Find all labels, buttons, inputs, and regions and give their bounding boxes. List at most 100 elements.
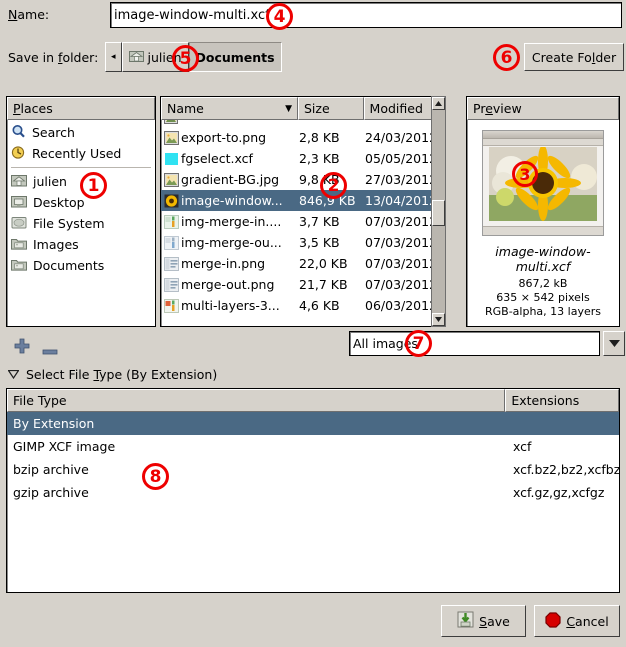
search-icon — [11, 124, 26, 142]
stop-icon — [545, 611, 561, 631]
column-header-extensions[interactable]: Extensions — [505, 389, 619, 412]
preview-thumbnail: 3 — [482, 130, 604, 236]
home-folder-icon — [11, 173, 27, 190]
save-button[interactable]: Save — [441, 605, 526, 637]
layers-icon — [161, 298, 181, 313]
table-row[interactable]: export-to.png 2,8 KB 24/03/2012 — [161, 127, 443, 148]
select-file-type-expander[interactable]: Select File Type (By Extension) — [8, 367, 217, 382]
sidebar-item-label: Desktop — [33, 195, 85, 210]
file-name: merge-in.png — [181, 256, 266, 271]
scroll-down-button[interactable] — [432, 313, 445, 326]
left-arrow-icon: ◂ — [111, 51, 116, 62]
column-header-name-label: Name — [167, 101, 204, 116]
triangle-down-icon — [435, 317, 442, 322]
path-button-current-label: Documents — [195, 49, 275, 65]
file-name: img-merge-in.... — [181, 214, 282, 229]
folder-icon — [11, 257, 27, 274]
minus-icon — [42, 349, 58, 355]
file-size: 4,6 KB — [299, 298, 340, 313]
column-header-extensions-label: Extensions — [511, 393, 580, 408]
sidebar-item-desktop[interactable]: Desktop — [7, 192, 155, 213]
table-row[interactable]: gradient-BG.jpg 9,8 KB 27/03/2012 — [161, 169, 443, 190]
table-row[interactable]: img-merge-in.... 3,7 KB 07/03/2012 — [161, 211, 443, 232]
table-row-selected[interactable]: image-window... 846,9 KB 13/04/2012 — [161, 190, 443, 211]
file-size: 2,3 KB — [299, 151, 340, 166]
dialog-icon — [161, 256, 181, 271]
scrollbar-thumb[interactable] — [432, 200, 445, 226]
preview-colormode: RGB-alpha, 13 layers — [485, 305, 601, 318]
table-row[interactable]: fgselect.xcf 2,3 KB 05/05/2012 — [161, 148, 443, 169]
file-size: 3,5 KB — [299, 235, 340, 250]
image-file-icon — [164, 120, 178, 127]
file-type-row[interactable]: GIMP XCF image xcf — [7, 435, 619, 458]
places-header-label: Places — [13, 101, 53, 116]
preview-panel: Preview 3 image-window-multi.xcf 867,2 k… — [466, 96, 620, 327]
places-panel: Places Search Recently Used julien Deskt… — [6, 96, 156, 327]
preview-filesize: 867,2 kB — [518, 277, 568, 290]
file-type-name: bzip archive — [13, 462, 89, 477]
sidebar-item-search[interactable]: Search — [7, 122, 155, 143]
path-button-home[interactable]: julien — [121, 42, 189, 72]
save-image-dialog: Name: image-window-multi.xcf Save in fol… — [0, 0, 626, 647]
file-type-row[interactable]: bzip archive xcf.bz2,bz2,xcfbz2 — [7, 458, 619, 481]
file-type-name: GIMP XCF image — [13, 439, 116, 454]
table-row[interactable]: img-merge-ou... 3,5 KB 07/03/2012 — [161, 232, 443, 253]
path-scroll-left-button[interactable]: ◂ — [105, 42, 122, 72]
file-list-header: Name ▼ Size Modified — [161, 97, 443, 120]
preview-metadata: 867,2 kB 635 × 542 pixels RGB-alpha, 13 … — [471, 277, 615, 319]
file-list-scrollbar[interactable] — [431, 96, 446, 327]
file-name: img-merge-ou... — [181, 235, 282, 250]
table-row-partial[interactable] — [161, 120, 443, 127]
sidebar-item-recently-used[interactable]: Recently Used — [7, 143, 155, 164]
column-header-size-label: Size — [303, 101, 330, 116]
preview-filename: image-window-multi.xcf — [495, 244, 591, 274]
triangle-up-icon — [435, 101, 442, 106]
cyan-square-icon — [161, 152, 181, 166]
places-list: Search Recently Used julien Desktop File… — [7, 120, 155, 276]
table-row[interactable]: merge-out.png 21,7 KB 07/03/2012 — [161, 274, 443, 295]
triangle-down-icon — [8, 370, 19, 379]
file-type-ext: xcf — [513, 439, 532, 454]
file-name: fgselect.xcf — [181, 151, 253, 166]
home-folder-icon — [128, 49, 144, 66]
cancel-button[interactable]: Cancel — [534, 605, 620, 637]
sidebar-item-file-system[interactable]: File System — [7, 213, 155, 234]
file-size: 846,9 KB — [299, 193, 356, 208]
table-row[interactable]: multi-layers-3... 4,6 KB 06/03/2012 — [161, 295, 443, 316]
file-filter-combo[interactable]: All images — [349, 331, 600, 356]
table-row[interactable]: merge-in.png 22,0 KB 07/03/2012 — [161, 253, 443, 274]
create-folder-button[interactable]: Create Folder — [524, 43, 624, 71]
file-type-header: File Type Extensions — [7, 389, 619, 412]
file-filter-dropdown-button[interactable] — [603, 331, 625, 356]
preview-header: Preview — [467, 97, 619, 120]
create-folder-label: Create Folder — [531, 49, 617, 65]
sidebar-item-julien[interactable]: julien — [7, 171, 155, 192]
scroll-up-button[interactable] — [432, 97, 445, 110]
file-filter-value: All images — [353, 336, 418, 351]
plus-icon — [14, 338, 30, 354]
layers-icon — [161, 214, 181, 229]
sidebar-item-documents[interactable]: Documents — [7, 255, 155, 276]
file-type-row[interactable]: gzip archive xcf.gz,gz,xcfgz — [7, 481, 619, 504]
column-header-size[interactable]: Size — [297, 97, 364, 120]
column-header-name[interactable]: Name ▼ — [161, 97, 298, 120]
chevron-down-icon — [608, 340, 620, 347]
sort-descending-icon: ▼ — [285, 103, 292, 114]
file-name: merge-out.png — [181, 277, 275, 292]
desktop-folder-icon — [11, 194, 27, 211]
remove-bookmark-button[interactable] — [42, 343, 58, 358]
column-header-file-type[interactable]: File Type — [7, 389, 506, 412]
filename-input[interactable]: image-window-multi.xcf — [110, 2, 622, 28]
sidebar-item-label: File System — [33, 216, 105, 231]
add-bookmark-button[interactable] — [14, 338, 30, 357]
file-type-row-selected[interactable]: By Extension — [7, 412, 619, 435]
file-list-body[interactable]: export-to.png 2,8 KB 24/03/2012 fgselect… — [161, 120, 443, 326]
select-file-type-label: Select File Type (By Extension) — [26, 367, 218, 382]
column-header-file-type-label: File Type — [13, 393, 67, 408]
file-name: image-window... — [181, 193, 283, 208]
save-in-folder-label: Save in folder: — [8, 50, 99, 65]
filename-value: image-window-multi.xcf — [114, 7, 270, 23]
sidebar-item-images[interactable]: Images — [7, 234, 155, 255]
dialog-icon — [161, 277, 181, 292]
path-button-current[interactable]: Documents — [188, 42, 282, 72]
